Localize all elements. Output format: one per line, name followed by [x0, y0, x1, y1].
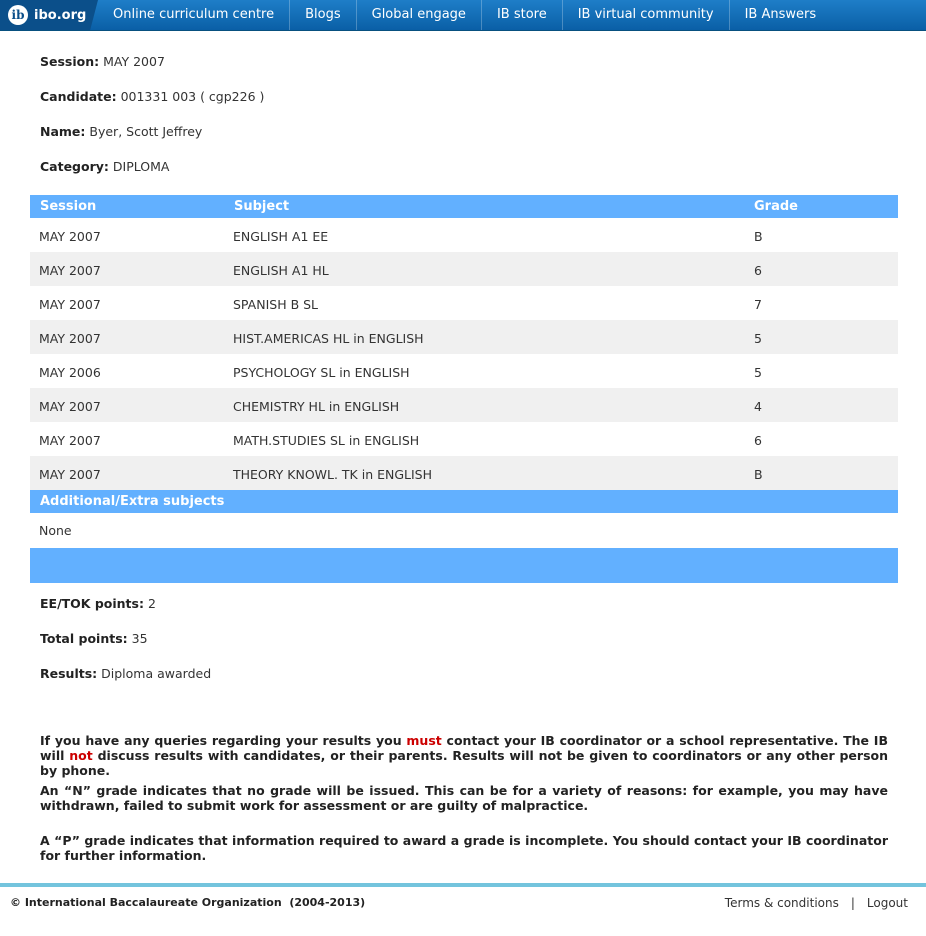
table-row: MAY 2007 ENGLISH A1 EE B	[30, 218, 898, 252]
name-field: Name: Byer, Scott Jeffrey	[40, 124, 202, 139]
n-grade-notice: An “N” grade indicates that no grade wil…	[40, 783, 888, 813]
row-grade: 7	[754, 297, 762, 312]
row-session: MAY 2007	[39, 263, 101, 278]
category-label: Category:	[40, 159, 109, 174]
row-session: MAY 2007	[39, 229, 101, 244]
row-subject: SPANISH B SL	[233, 297, 319, 312]
nav-link-ib-virtual-community[interactable]: IB virtual community	[563, 0, 730, 30]
row-session: MAY 2006	[39, 365, 101, 380]
nav-link-ib-store[interactable]: IB store	[482, 0, 563, 30]
candidate-field: Candidate: 001331 003 ( cgp226 )	[40, 89, 264, 104]
row-session: MAY 2007	[39, 467, 101, 482]
row-subject: HIST.AMERICAS HL in ENGLISH	[233, 331, 424, 346]
row-subject: PSYCHOLOGY SL in ENGLISH	[233, 365, 410, 380]
footer-links: Terms & conditions | Logout	[725, 896, 908, 910]
p-grade-notice: A “P” grade indicates that information r…	[40, 833, 888, 863]
table-header: Session Subject Grade	[30, 195, 898, 218]
total-value: 35	[131, 631, 148, 646]
eetok-label: EE/TOK points:	[40, 596, 144, 611]
results-value: Diploma awarded	[101, 666, 212, 681]
notice-text-c: discuss results with candidates, or thei…	[40, 748, 888, 778]
row-grade: 5	[754, 331, 762, 346]
nav-link-blogs[interactable]: Blogs	[290, 0, 357, 30]
extra-subjects-value: None	[39, 523, 72, 538]
category-field: Category: DIPLOMA	[40, 159, 169, 174]
table-footer-bar	[30, 548, 898, 583]
copyright-text: © International Baccalaureate Organizati…	[10, 896, 366, 909]
notice-not: not	[69, 748, 93, 763]
name-label: Name:	[40, 124, 86, 139]
row-grade: 6	[754, 263, 762, 278]
row-subject: THEORY KNOWL. TK in ENGLISH	[233, 467, 433, 482]
table-row: MAY 2007 THEORY KNOWL. TK in ENGLISH B	[30, 456, 898, 490]
brand-label: ibo.org	[34, 7, 87, 23]
row-grade: B	[754, 229, 763, 244]
table-row: MAY 2007 CHEMISTRY HL in ENGLISH 4	[30, 388, 898, 422]
session-value: MAY 2007	[103, 54, 165, 69]
nav-link-online-curriculum-centre[interactable]: Online curriculum centre	[98, 0, 291, 30]
table-row: MAY 2007 SPANISH B SL 7	[30, 286, 898, 320]
table-row: MAY 2007 ENGLISH A1 HL 6	[30, 252, 898, 286]
table-row: MAY 2006 PSYCHOLOGY SL in ENGLISH 5	[30, 354, 898, 388]
results-label: Results:	[40, 666, 98, 681]
candidate-label: Candidate:	[40, 89, 117, 104]
row-session: MAY 2007	[39, 297, 101, 312]
notice-must: must	[406, 733, 442, 748]
extra-subjects-header: Additional/Extra subjects	[30, 490, 898, 513]
row-grade: B	[754, 467, 763, 482]
row-subject: CHEMISTRY HL in ENGLISH	[233, 399, 400, 414]
notice-text-a: If you have any queries regarding your r…	[40, 733, 407, 748]
ibo-home-link[interactable]: ib ibo.org	[0, 0, 98, 30]
category-value: DIPLOMA	[112, 159, 170, 174]
footer-separator: |	[850, 896, 855, 910]
eetok-value: 2	[147, 596, 156, 611]
row-session: MAY 2007	[39, 331, 101, 346]
name-value: Byer, Scott Jeffrey	[89, 124, 203, 139]
nav-links: Online curriculum centre Blogs Global en…	[98, 0, 831, 30]
header-session: Session	[40, 199, 97, 214]
top-navigation-bar: ib ibo.org Online curriculum centre Blog…	[0, 0, 926, 31]
session-field: Session: MAY 2007	[40, 54, 165, 69]
results-field: Results: Diploma awarded	[40, 666, 211, 681]
results-table: Session Subject Grade MAY 2007 ENGLISH A…	[30, 195, 898, 583]
ib-logo-icon: ib	[8, 5, 28, 25]
footer-divider	[0, 883, 926, 887]
total-label: Total points:	[40, 631, 128, 646]
row-subject: ENGLISH A1 EE	[233, 229, 329, 244]
row-subject: MATH.STUDIES SL in ENGLISH	[233, 433, 420, 448]
table-row: MAY 2007 HIST.AMERICAS HL in ENGLISH 5	[30, 320, 898, 354]
row-grade: 5	[754, 365, 762, 380]
row-grade: 4	[754, 399, 762, 414]
total-points-field: Total points: 35	[40, 631, 148, 646]
candidate-value: 001331 003 ( cgp226 )	[120, 89, 265, 104]
header-subject: Subject	[234, 199, 290, 214]
nav-link-ib-answers[interactable]: IB Answers	[730, 0, 832, 30]
row-session: MAY 2007	[39, 433, 101, 448]
eetok-points-field: EE/TOK points: 2	[40, 596, 156, 611]
row-session: MAY 2007	[39, 399, 101, 414]
row-grade: 6	[754, 433, 762, 448]
header-grade: Grade	[754, 199, 798, 214]
row-subject: ENGLISH A1 HL	[233, 263, 329, 278]
session-label: Session:	[40, 54, 100, 69]
logout-link[interactable]: Logout	[867, 896, 908, 910]
nav-link-global-engage[interactable]: Global engage	[357, 0, 482, 30]
terms-link[interactable]: Terms & conditions	[725, 896, 839, 910]
table-row: MAY 2007 MATH.STUDIES SL in ENGLISH 6	[30, 422, 898, 456]
queries-notice: If you have any queries regarding your r…	[40, 733, 888, 778]
